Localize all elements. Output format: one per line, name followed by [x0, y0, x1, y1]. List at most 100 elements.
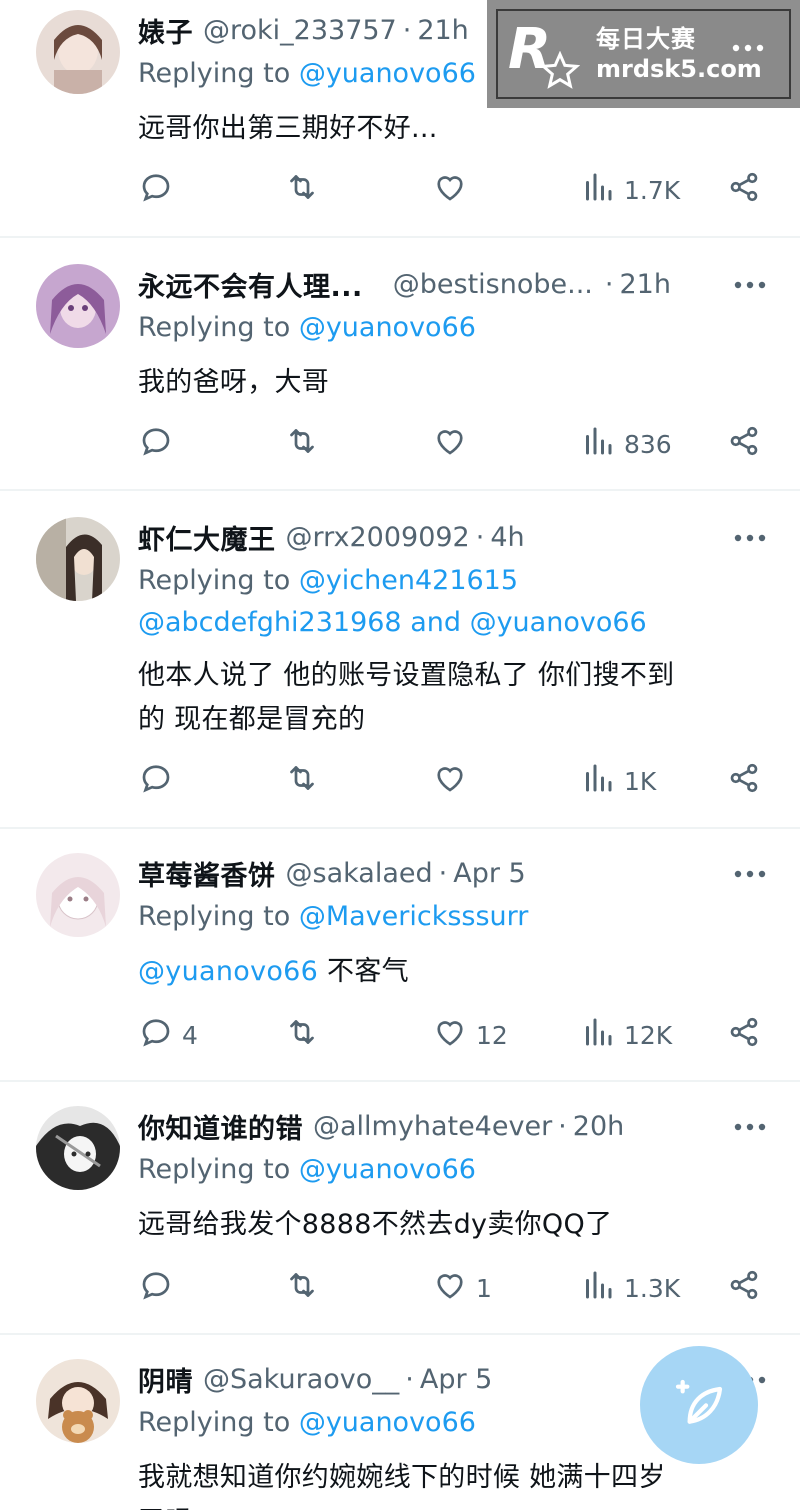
retweet-button[interactable]: [284, 1268, 320, 1308]
more-icon: [733, 528, 767, 547]
display-name[interactable]: 阴晴: [138, 1360, 193, 1399]
compose-button[interactable]: [640, 1346, 758, 1464]
user-handle[interactable]: @bestisnobe...: [393, 269, 593, 300]
like-button[interactable]: [432, 761, 468, 801]
tweet[interactable]: 草莓酱香饼 @sakalaed · Apr 5 Replying to @Mav…: [0, 829, 800, 1081]
mention-link[interactable]: @abcdefghi231968 and @yuanovo66: [138, 607, 647, 638]
more-options-button[interactable]: [730, 1106, 770, 1146]
views-icon: [580, 1014, 616, 1056]
display-name[interactable]: 永远不会有人理...: [138, 265, 363, 304]
like-button[interactable]: 1: [432, 1268, 492, 1308]
avatar[interactable]: [36, 1106, 120, 1190]
view-count: 1K: [624, 766, 657, 796]
watermark-title: 每日大赛: [596, 25, 696, 53]
views-button[interactable]: 1.7K: [580, 170, 680, 210]
separator: ·: [604, 268, 614, 300]
more-options-button[interactable]: [730, 264, 770, 304]
timestamp[interactable]: 21h: [619, 269, 670, 300]
separator: ·: [475, 521, 485, 553]
views-icon: [580, 423, 616, 465]
display-name[interactable]: 草莓酱香饼: [138, 854, 276, 893]
avatar[interactable]: [36, 517, 120, 601]
tweet[interactable]: 虾仁大魔王 @rrx2009092 · 4h Replying to @yich…: [0, 491, 800, 828]
mention-link[interactable]: @yuanovo66: [299, 58, 476, 89]
action-bar: 1.7K: [138, 170, 768, 210]
more-icon: [733, 1117, 767, 1136]
user-handle[interactable]: @Sakuraovo__: [203, 1364, 399, 1395]
mention-link[interactable]: @yichen421615: [299, 565, 518, 596]
like-count: 12: [476, 1020, 508, 1050]
views-icon: [580, 760, 616, 802]
timestamp[interactable]: 21h: [417, 15, 468, 46]
avatar[interactable]: [36, 1359, 120, 1443]
reply-button[interactable]: [138, 170, 174, 210]
replying-to: Replying to @yichen421615: [138, 565, 518, 596]
reply-icon: [138, 1267, 174, 1309]
retweet-icon: [284, 169, 320, 211]
mention-link[interactable]: @Mavericksssurr: [299, 901, 529, 932]
tweet-text: 我的爸呀，大哥: [138, 367, 330, 398]
avatar[interactable]: [36, 10, 120, 94]
replying-to: Replying to @yuanovo66: [138, 312, 476, 343]
like-icon: [432, 760, 468, 802]
like-button[interactable]: 12: [432, 1015, 508, 1055]
reply-button[interactable]: 4: [138, 1015, 198, 1055]
view-count: 836: [624, 429, 672, 459]
more-options-button[interactable]: [730, 853, 770, 893]
display-name[interactable]: 婊子: [138, 11, 193, 50]
avatar[interactable]: [36, 853, 120, 937]
timestamp[interactable]: 20h: [573, 1111, 624, 1142]
share-button[interactable]: [726, 1015, 762, 1055]
reply-button[interactable]: [138, 424, 174, 464]
tweet-text-content: 不客气: [327, 956, 409, 987]
views-button[interactable]: 836: [580, 424, 672, 464]
display-name[interactable]: 虾仁大魔王: [138, 518, 276, 557]
timestamp[interactable]: Apr 5: [453, 858, 525, 889]
more-icon: [733, 275, 767, 294]
user-handle[interactable]: @roki_233757: [203, 15, 397, 46]
separator: ·: [438, 857, 448, 889]
reply-button[interactable]: [138, 761, 174, 801]
retweet-button[interactable]: [284, 424, 320, 464]
tweet[interactable]: 永远不会有人理... @bestisnobe... · 21h Replying…: [0, 238, 800, 490]
retweet-button[interactable]: [284, 1015, 320, 1055]
retweet-icon: [284, 760, 320, 802]
mention-link[interactable]: @yuanovo66: [138, 956, 318, 987]
user-handle[interactable]: @allmyhate4ever: [313, 1111, 552, 1142]
like-button[interactable]: [432, 424, 468, 464]
mention-link[interactable]: @yuanovo66: [299, 312, 476, 343]
timestamp[interactable]: Apr 5: [420, 1364, 492, 1395]
share-button[interactable]: [726, 761, 762, 801]
user-handle[interactable]: @rrx2009092: [286, 522, 470, 553]
more-icon[interactable]: [731, 43, 765, 53]
views-button[interactable]: 1.3K: [580, 1268, 680, 1308]
timestamp[interactable]: 4h: [490, 522, 524, 553]
views-button[interactable]: 1K: [580, 761, 656, 801]
replying-to-prefix: Replying to: [138, 58, 299, 89]
mention-link[interactable]: @yuanovo66: [299, 1407, 476, 1438]
views-button[interactable]: 12K: [580, 1015, 672, 1055]
user-handle[interactable]: @sakalaed: [286, 858, 433, 889]
like-icon: [432, 423, 468, 465]
tweet[interactable]: 你知道谁的错 @allmyhate4ever · 20h Replying to…: [0, 1082, 800, 1334]
star-icon: [540, 51, 580, 89]
reply-button[interactable]: [138, 1268, 174, 1308]
separator: ·: [558, 1110, 567, 1142]
tweet-text: 了吗?: [138, 1499, 207, 1510]
like-button[interactable]: [432, 170, 468, 210]
mention-link[interactable]: @yuanovo66: [299, 1154, 476, 1185]
tweet-text: 远哥给我发个8888不然去dy卖你QQ了: [138, 1209, 613, 1240]
more-options-button[interactable]: [730, 517, 770, 557]
share-button[interactable]: [726, 1268, 762, 1308]
like-icon: [432, 1014, 468, 1056]
share-button[interactable]: [726, 170, 762, 210]
share-button[interactable]: [726, 424, 762, 464]
tweet-text: 我就想知道你约婉婉线下的时候 她满十四岁: [138, 1462, 666, 1493]
tweet-text: 他本人说了 他的账号设置隐私了 你们搜不到: [138, 660, 675, 691]
view-count: 12K: [624, 1020, 673, 1050]
display-name[interactable]: 你知道谁的错: [138, 1107, 303, 1146]
avatar[interactable]: [36, 264, 120, 348]
retweet-button[interactable]: [284, 170, 320, 210]
tweet-text: 远哥你出第三期好不好...: [138, 113, 438, 144]
retweet-button[interactable]: [284, 761, 320, 801]
